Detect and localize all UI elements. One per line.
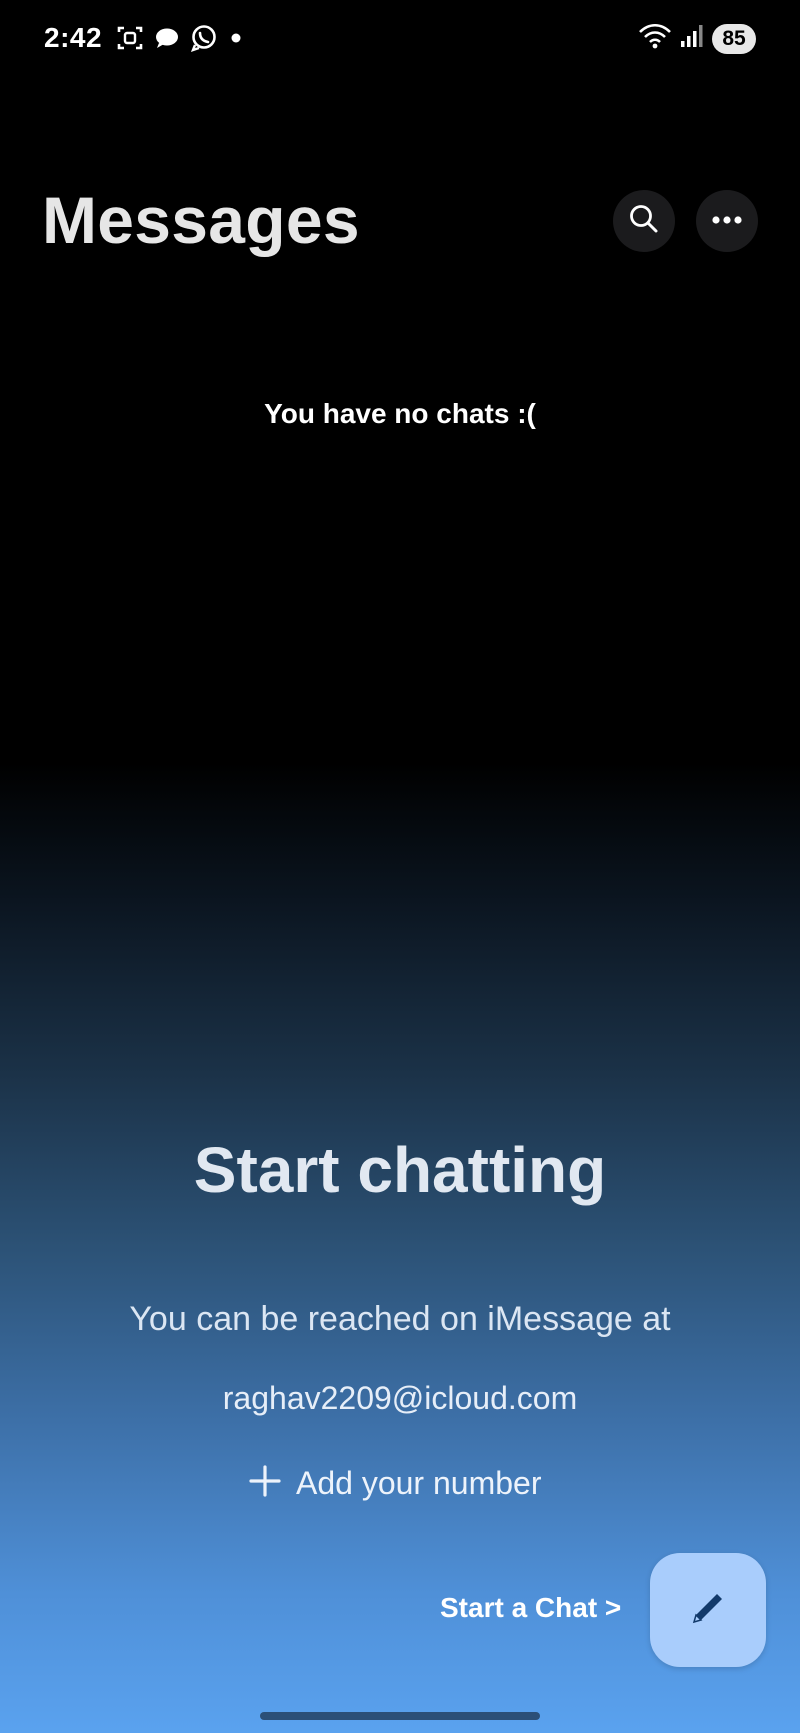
notification-dot-icon [228, 30, 244, 46]
whatsapp-icon [190, 24, 218, 52]
status-right-icons: 85 [638, 22, 756, 55]
imessage-email: raghav2209@icloud.com [222, 1380, 578, 1416]
status-time: 2:42 [44, 22, 103, 53]
battery-indicator: 85 [712, 23, 756, 54]
home-indicator[interactable] [260, 1712, 540, 1720]
add-number-button[interactable]: Add your number [248, 1458, 541, 1508]
search-icon [627, 202, 661, 241]
start-chatting-title: Start chatting [193, 1134, 607, 1206]
wifi-icon [638, 22, 672, 55]
add-number-label: Add your number [296, 1464, 542, 1501]
status-bar: 2:42 85 [0, 0, 800, 76]
page-title: Messages [42, 183, 360, 257]
more-options-button[interactable] [696, 190, 758, 252]
chat-bubble-icon [154, 25, 180, 51]
start-chat-link[interactable]: Start a Chat > [440, 1592, 621, 1624]
search-button[interactable] [613, 190, 675, 252]
status-left-icons [116, 24, 244, 52]
messages-screen: 2:42 85 Messages You have no chats:(St… [0, 0, 800, 1733]
more-options-icon [711, 212, 743, 230]
compose-button[interactable] [650, 1553, 766, 1667]
reach-info-text: You can be reached on iMessage at [129, 1300, 671, 1338]
screen-record-icon [116, 24, 144, 52]
pencil-icon [686, 1586, 730, 1635]
signal-icon [680, 22, 704, 55]
empty-chats-message: You have no chats :( [264, 398, 536, 429]
plus-icon [248, 1464, 282, 1503]
